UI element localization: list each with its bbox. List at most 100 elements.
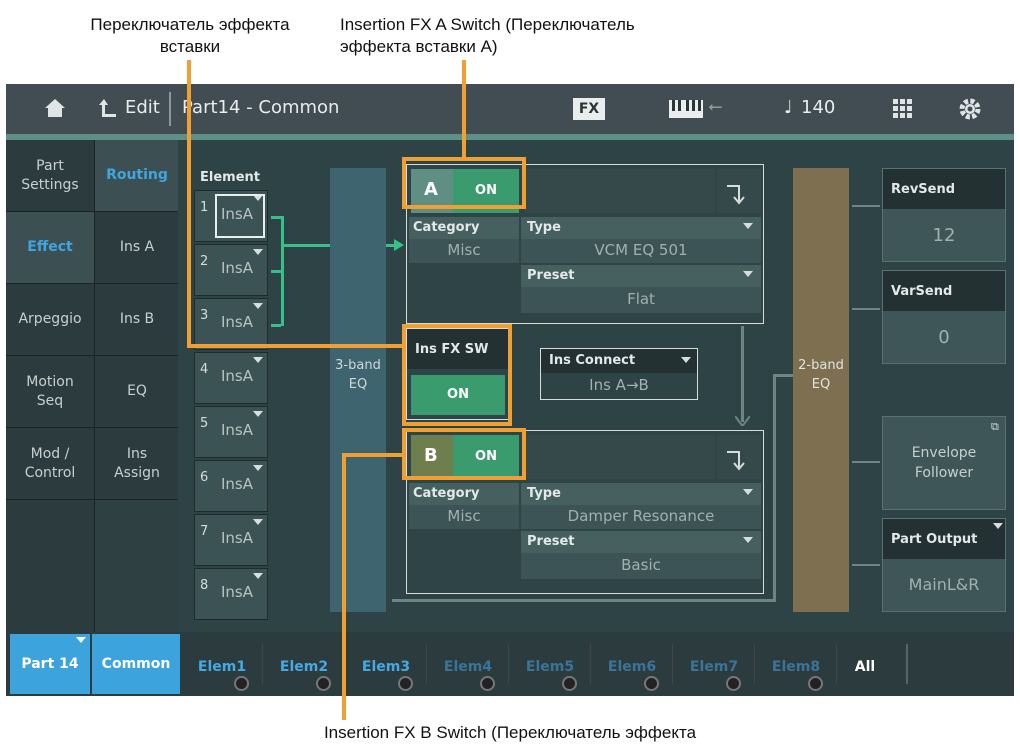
element-row[interactable]: 3 InsA xyxy=(194,298,268,350)
ins-fx-sw-highlight xyxy=(402,324,512,426)
element-dropdown-icon xyxy=(253,249,263,255)
eq3-block[interactable]: 3-band EQ xyxy=(330,168,386,612)
part-output-label: Part Output xyxy=(891,532,978,547)
eq2-block[interactable]: 2-band EQ xyxy=(793,168,849,612)
element-row[interactable]: 1 InsA xyxy=(194,190,268,242)
element-row[interactable]: 4 InsA xyxy=(194,352,268,404)
ins-b-type-field[interactable]: Damper Resonance xyxy=(521,505,761,529)
part-output-box[interactable]: Part Output MainL&R xyxy=(882,518,1006,612)
annotation-line: вставки xyxy=(159,37,221,56)
element-selected-outline xyxy=(215,194,265,238)
tab-elem-5[interactable]: Elem5 xyxy=(510,644,590,690)
element-row[interactable]: 8 InsA xyxy=(194,568,268,620)
ins-sw-callout-line xyxy=(187,344,402,348)
element-row[interactable]: 6 InsA xyxy=(194,460,268,512)
tab-ins-assign[interactable]: Ins Assign xyxy=(95,428,179,500)
annotation-line: Insertion FX A Switch (Переключатель xyxy=(340,15,635,34)
element-status-dot xyxy=(234,676,249,691)
back-arrow-icon[interactable] xyxy=(98,97,118,119)
eq3-label: 3-band EQ xyxy=(330,356,386,394)
tab-part-settings[interactable]: Part Settings xyxy=(6,140,94,212)
ins-b-category-field[interactable]: Misc xyxy=(409,505,519,529)
send-arrow-line xyxy=(852,461,880,463)
ins-a-type-field[interactable]: VCM EQ 501 xyxy=(521,239,761,263)
tab-divider xyxy=(262,644,263,684)
send-arrow-line xyxy=(852,205,880,207)
tab-divider xyxy=(906,644,908,684)
tab-part-14[interactable]: Part 14 xyxy=(10,634,90,694)
return-line xyxy=(392,599,776,602)
tab-divider xyxy=(590,644,591,684)
element-value: InsA xyxy=(221,421,254,439)
tab-elem-3[interactable]: Elem3 xyxy=(346,644,426,690)
tab-eq[interactable]: EQ xyxy=(95,356,179,428)
ins-b-name-field[interactable] xyxy=(525,435,715,479)
tab-all[interactable]: All xyxy=(838,644,892,690)
part-14-dropdown-icon xyxy=(76,637,86,643)
ins-connect-label: Ins Connect xyxy=(549,353,636,368)
tab-elem-7[interactable]: Elem7 xyxy=(674,644,754,690)
element-dropdown-icon xyxy=(253,357,263,363)
home-icon[interactable] xyxy=(44,97,66,119)
gear-icon[interactable] xyxy=(958,97,982,121)
element-value: InsA xyxy=(221,367,254,385)
tab-elem-6[interactable]: Elem6 xyxy=(592,644,672,690)
ins-connect-dropdown-icon xyxy=(681,357,691,363)
element-value: InsA xyxy=(221,313,254,331)
tempo-note-icon: ♩ xyxy=(784,97,793,118)
tab-elem-1[interactable]: Elem1 xyxy=(182,644,262,690)
element-value: InsA xyxy=(221,475,254,493)
ins-a-preset-field[interactable]: Flat xyxy=(521,287,761,313)
tab-divider xyxy=(836,644,837,684)
element-row[interactable]: 7 InsA xyxy=(194,514,268,566)
return-line xyxy=(773,374,793,377)
tab-ins-b[interactable]: Ins B xyxy=(95,284,179,356)
ins-b-preset-value: Basic xyxy=(621,556,661,574)
element-title: Element xyxy=(200,170,260,185)
ins-b-corner-arrow-icon xyxy=(727,451,745,471)
rev-send-value: 12 xyxy=(932,225,956,246)
ins-a-callout-line xyxy=(462,60,466,157)
edit-label[interactable]: Edit xyxy=(125,97,160,118)
element-number: 5 xyxy=(200,416,209,431)
var-send-box[interactable]: VarSend 0 xyxy=(882,270,1006,364)
ins-b-preset-field[interactable]: Basic xyxy=(521,553,761,579)
tab-routing[interactable]: Routing xyxy=(95,140,179,212)
rev-send-label: RevSend xyxy=(891,182,956,197)
var-send-label: VarSend xyxy=(891,284,953,299)
tab-elem-4[interactable]: Elem4 xyxy=(428,644,508,690)
rev-send-box[interactable]: RevSend 12 xyxy=(882,168,1006,262)
left-tabs: Part Settings Effect Arpeggio Motion Seq… xyxy=(6,140,94,632)
return-line xyxy=(773,374,776,602)
tab-mod-control[interactable]: Mod / Control xyxy=(6,428,94,500)
ins-a-switch-highlight xyxy=(402,157,526,209)
element-row[interactable]: 5 InsA xyxy=(194,406,268,458)
tab-ins-a[interactable]: Ins A xyxy=(95,212,179,284)
ins-connect-block[interactable]: Ins Connect Ins A→B xyxy=(540,348,698,400)
tab-arpeggio[interactable]: Arpeggio xyxy=(6,284,94,356)
tab-common[interactable]: Common xyxy=(92,634,180,694)
element-row[interactable]: 2 InsA xyxy=(194,244,268,296)
envelope-follower-label: Envelope Follower xyxy=(911,445,977,481)
var-send-value: 0 xyxy=(938,327,950,348)
part-output-dropdown-icon xyxy=(993,523,1003,529)
element-status-dot xyxy=(726,676,741,691)
part-14-label: Part 14 xyxy=(21,656,79,672)
tab-divider xyxy=(754,644,755,684)
ins-a-category-field[interactable]: Misc xyxy=(409,239,519,263)
ins-b-category-value: Misc xyxy=(447,507,481,525)
route-line xyxy=(284,244,330,247)
tab-elem-2[interactable]: Elem2 xyxy=(264,644,344,690)
ins-a-name-field[interactable] xyxy=(525,169,715,213)
ins-switch-annotation: Переключатель эффекта вставки xyxy=(40,14,340,58)
tab-motion-seq[interactable]: Motion Seq xyxy=(6,356,94,428)
flow-arrow-icon xyxy=(735,416,750,426)
envelope-follower-button[interactable]: ⧉ Envelope Follower xyxy=(882,416,1006,510)
tab-effect[interactable]: Effect xyxy=(6,212,94,284)
tempo-value[interactable]: 140 xyxy=(801,97,835,118)
tab-elem-8[interactable]: Elem8 xyxy=(756,644,836,690)
eq3-line: EQ xyxy=(348,377,368,392)
element-status-dot xyxy=(316,676,331,691)
grid-icon[interactable] xyxy=(893,99,913,119)
element-number: 7 xyxy=(200,524,209,539)
